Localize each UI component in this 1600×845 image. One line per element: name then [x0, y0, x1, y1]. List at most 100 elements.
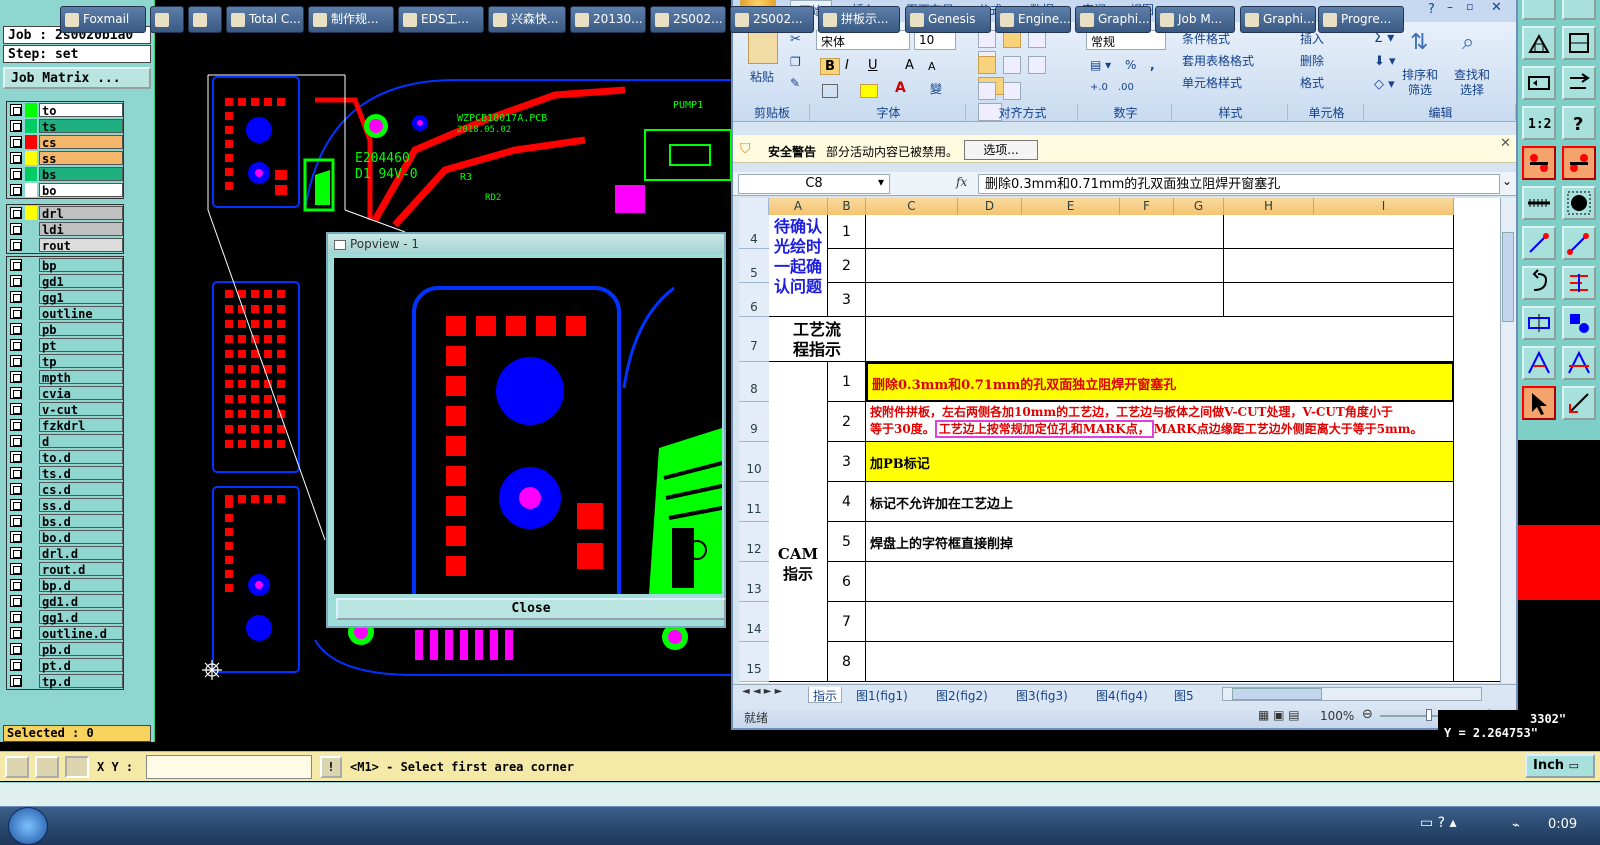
- sort-filter-button[interactable]: 排序和 筛选: [1402, 68, 1438, 98]
- layer-name[interactable]: fzkdrl: [39, 418, 123, 433]
- paste-label[interactable]: 粘贴: [750, 68, 774, 85]
- layer-row[interactable]: drl.d: [7, 545, 123, 561]
- layer-row[interactable]: rout: [7, 237, 123, 253]
- sheet-tab[interactable]: 图2(fig2): [932, 687, 992, 703]
- taskbar-item[interactable]: 制作规...: [308, 6, 394, 33]
- layer-name[interactable]: rout: [39, 238, 123, 253]
- font-size-select[interactable]: 10: [914, 30, 956, 50]
- toolbar-top-icon[interactable]: [1522, 0, 1556, 20]
- fx-icon[interactable]: fx: [956, 175, 967, 189]
- comma-icon[interactable]: ,: [1150, 58, 1155, 72]
- row-header[interactable]: 15: [739, 642, 769, 682]
- phonetic-icon[interactable]: 變: [930, 80, 942, 97]
- layer-row[interactable]: pb: [7, 321, 123, 337]
- select-pad-icon[interactable]: [1562, 186, 1596, 220]
- row-header[interactable]: 13: [739, 562, 769, 602]
- layer-name[interactable]: drl: [39, 206, 123, 221]
- restore-icon[interactable]: ▫: [1466, 0, 1473, 13]
- security-close-icon[interactable]: ✕: [1500, 136, 1511, 151]
- layer-name[interactable]: tp.d: [39, 674, 123, 689]
- help-icon[interactable]: ?: [1562, 106, 1596, 140]
- taskbar-item[interactable]: 20130...: [570, 6, 646, 33]
- layer-name[interactable]: tp: [39, 354, 123, 369]
- taskbar-item[interactable]: EDS工...: [398, 6, 484, 33]
- layer-checkbox[interactable]: [10, 499, 22, 511]
- dim-full-icon[interactable]: [1562, 346, 1596, 380]
- taskbar-item[interactable]: [188, 6, 222, 33]
- layer-checkbox[interactable]: [10, 275, 22, 287]
- layer-row[interactable]: bs: [7, 166, 123, 182]
- taskbar-item[interactable]: 2S002...: [730, 6, 814, 33]
- layer-checkbox[interactable]: [10, 627, 22, 639]
- toolbar-top-icon-2[interactable]: [1562, 0, 1596, 20]
- row-number-cell[interactable]: 2: [828, 402, 866, 442]
- pending-confirm-cell[interactable]: 待确认光绘时一起确认问题: [769, 215, 828, 317]
- taskbar-item[interactable]: 拼板示...: [818, 6, 900, 33]
- sheet-tab[interactable]: 图5: [1170, 687, 1198, 703]
- layer-name[interactable]: ss.d: [39, 498, 123, 513]
- empty-cell[interactable]: [866, 642, 1454, 682]
- layer-checkbox[interactable]: [10, 659, 22, 671]
- undo-icon[interactable]: [1522, 266, 1556, 300]
- clear-icon[interactable]: ◇ ▾: [1374, 77, 1395, 92]
- popview-window[interactable]: Popview - 1 Close: [326, 232, 726, 628]
- layer-row[interactable]: fzkdrl: [7, 417, 123, 433]
- layer-checkbox[interactable]: [10, 307, 22, 319]
- instruction-cell-12[interactable]: 焊盘上的字符框直接削掉: [866, 522, 1454, 562]
- layer-name[interactable]: cs.d: [39, 482, 123, 497]
- row-header[interactable]: 6: [739, 283, 769, 317]
- row-number-cell[interactable]: 3: [828, 442, 866, 482]
- zoom-slider-thumb[interactable]: [1426, 709, 1432, 721]
- column-header[interactable]: C: [866, 198, 958, 215]
- layer-row[interactable]: tp.d: [7, 673, 123, 689]
- layer-row[interactable]: ss: [7, 150, 123, 166]
- layer-row[interactable]: gg1.d: [7, 609, 123, 625]
- layer-checkbox[interactable]: [10, 595, 22, 607]
- pointer-icon[interactable]: [1522, 386, 1556, 420]
- taskbar-item[interactable]: Graphi...: [1240, 6, 1316, 33]
- layer-row[interactable]: tp: [7, 353, 123, 369]
- layer-name[interactable]: d: [39, 434, 123, 449]
- process-cell[interactable]: 工艺流程指示: [769, 317, 866, 362]
- layer-row[interactable]: d: [7, 433, 123, 449]
- row-header[interactable]: 10: [739, 442, 769, 482]
- layer-row[interactable]: to.d: [7, 449, 123, 465]
- taskbar-item[interactable]: Foxmail: [60, 6, 146, 33]
- home-icon[interactable]: [1522, 26, 1556, 60]
- layer-checkbox[interactable]: [10, 152, 22, 164]
- copy-icon[interactable]: ❐: [790, 55, 801, 69]
- layer-checkbox[interactable]: [10, 643, 22, 655]
- layer-name[interactable]: bp.d: [39, 578, 123, 593]
- layer-checkbox[interactable]: [10, 387, 22, 399]
- decrease-decimal-icon[interactable]: .00: [1118, 82, 1134, 93]
- row-header[interactable]: 9: [739, 402, 769, 442]
- layer-row[interactable]: gg1: [7, 289, 123, 305]
- cut-icon[interactable]: ✂: [790, 32, 801, 47]
- line-icon[interactable]: [1522, 226, 1556, 260]
- bold-button[interactable]: B: [820, 58, 840, 75]
- layer-name[interactable]: pb.d: [39, 642, 123, 657]
- layer-checkbox[interactable]: [10, 291, 22, 303]
- row-number-cell[interactable]: 3: [828, 283, 866, 317]
- layer-checkbox[interactable]: [10, 223, 22, 235]
- popview-canvas[interactable]: [334, 258, 722, 594]
- row-header[interactable]: 14: [739, 602, 769, 642]
- column-header[interactable]: G: [1174, 198, 1224, 215]
- layer-row[interactable]: rout.d: [7, 561, 123, 577]
- sheet-tab[interactable]: 图1(fig1): [852, 687, 912, 703]
- snap-pad-icon[interactable]: [1522, 146, 1556, 180]
- layer-name[interactable]: gg1.d: [39, 610, 123, 625]
- taskbar-item[interactable]: Genesis: [905, 6, 991, 33]
- layer-row[interactable]: v-cut: [7, 401, 123, 417]
- tray-icons[interactable]: ▭ ? ▴: [1420, 815, 1457, 831]
- layer-row[interactable]: ts.d: [7, 465, 123, 481]
- empty-cell[interactable]: [866, 562, 1454, 602]
- layer-name[interactable]: cvia: [39, 386, 123, 401]
- popview-title[interactable]: Popview - 1: [328, 234, 724, 254]
- indent-buttons[interactable]: [978, 82, 1048, 121]
- layer-row[interactable]: mpth: [7, 369, 123, 385]
- layer-row[interactable]: cs.d: [7, 481, 123, 497]
- sheet-tab[interactable]: 图4(fig4): [1092, 687, 1152, 703]
- instruction-cell-11[interactable]: 标记不允许加在工艺边上: [866, 482, 1454, 522]
- layer-name[interactable]: pb: [39, 322, 123, 337]
